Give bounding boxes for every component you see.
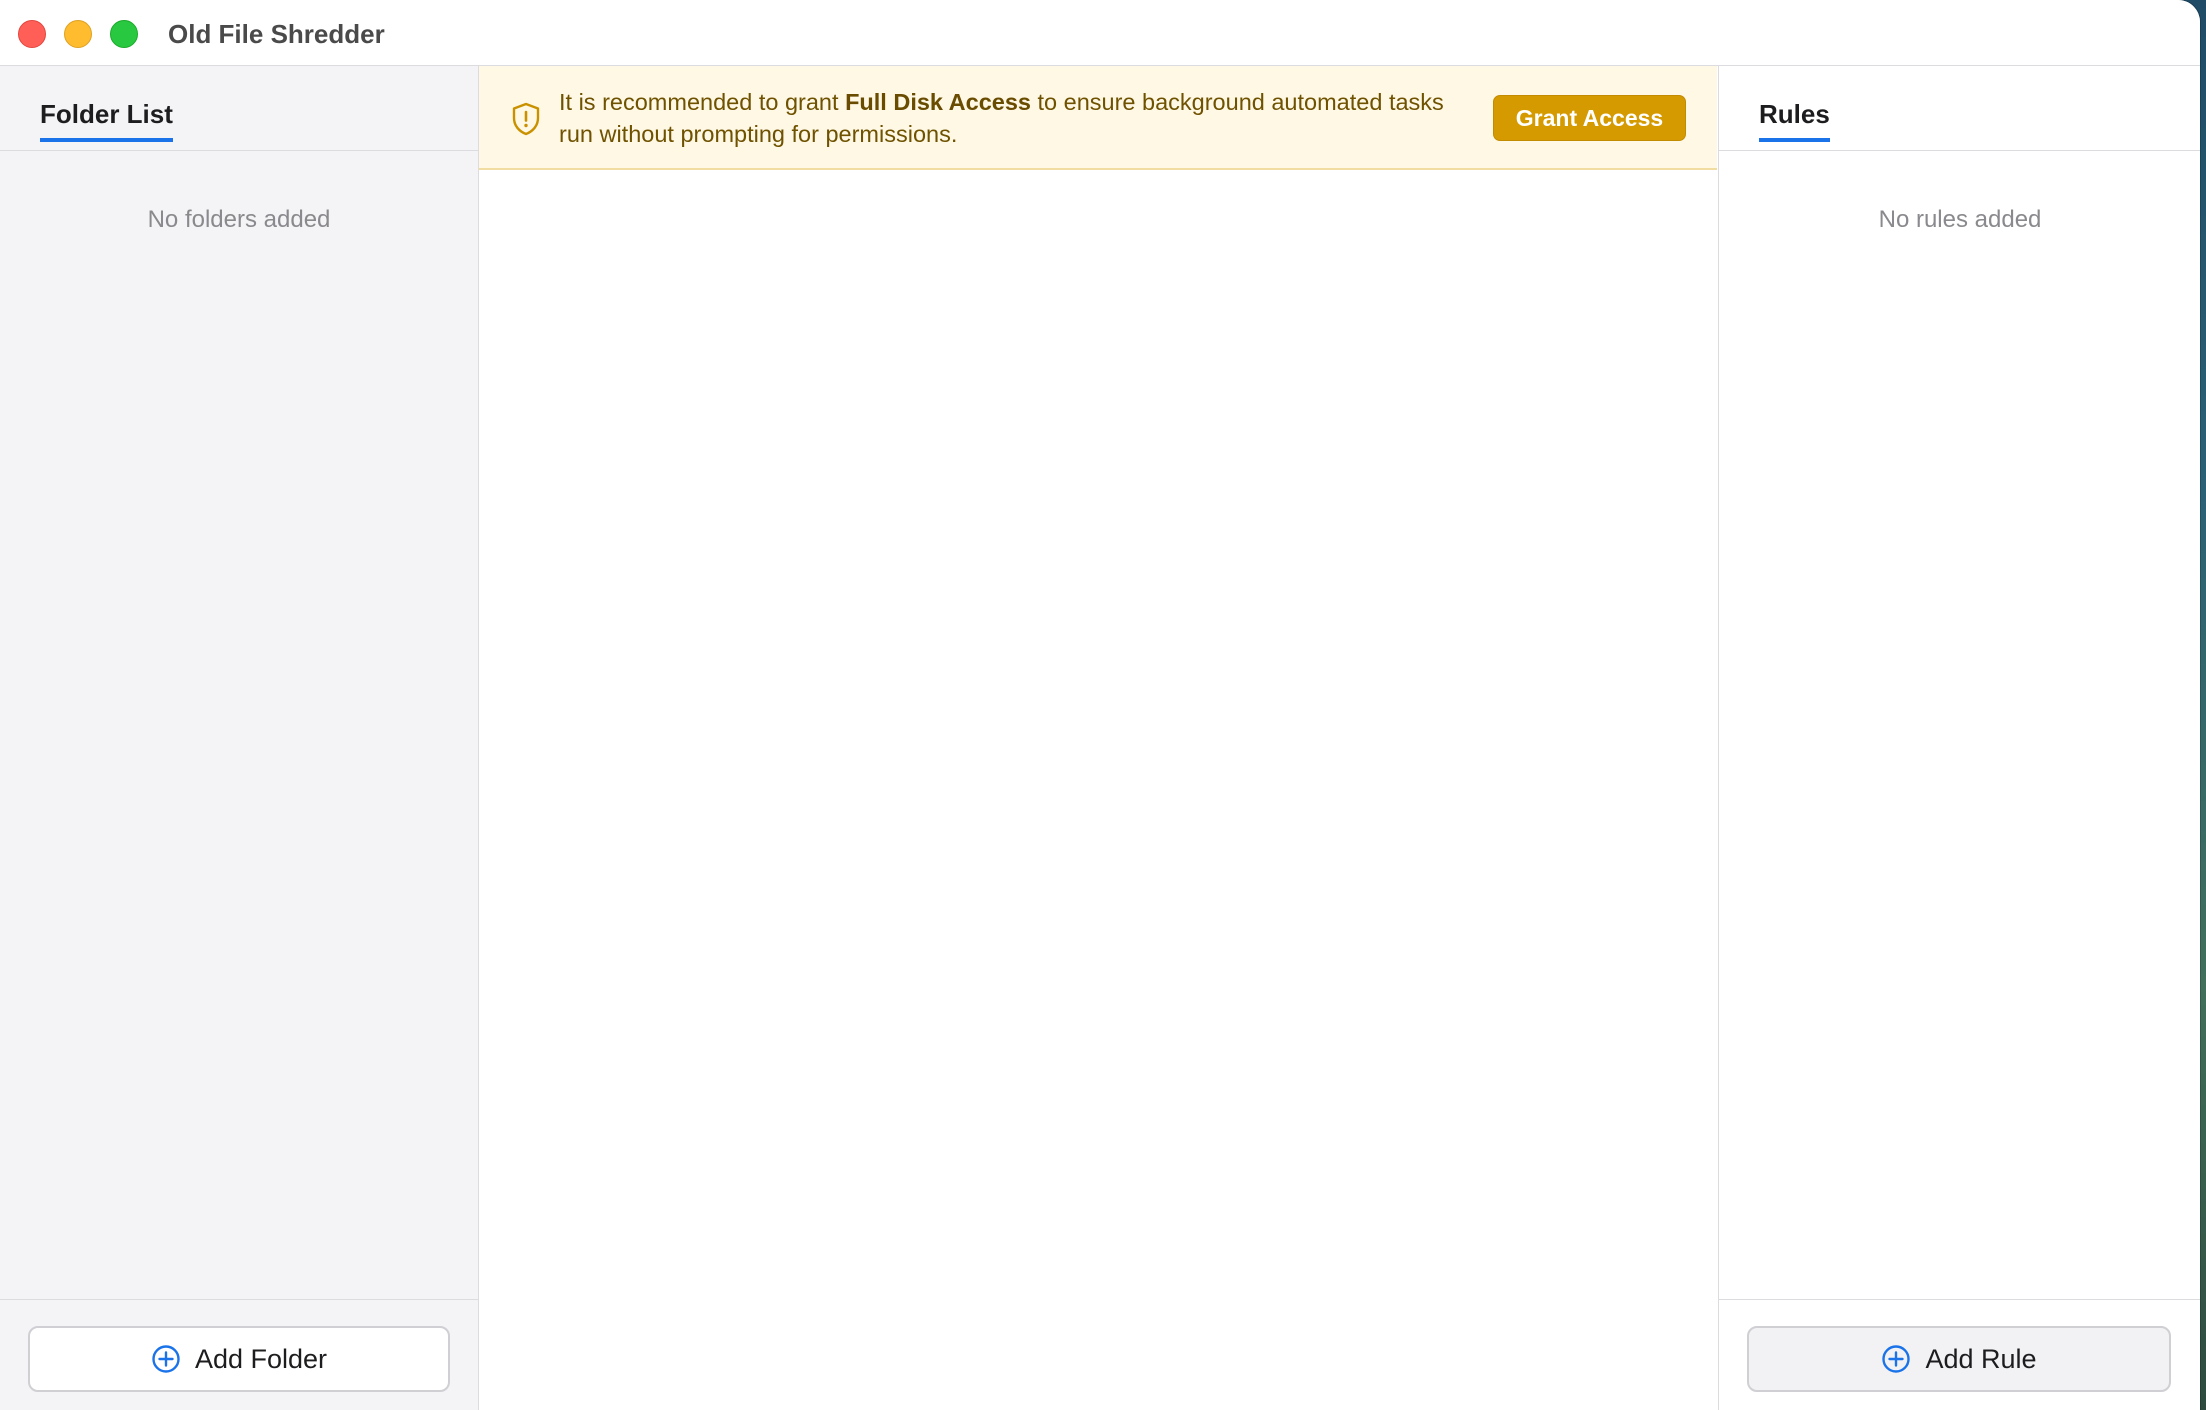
close-window-button[interactable] (18, 20, 46, 48)
add-folder-label: Add Folder (194, 1343, 328, 1374)
banner-message-highlight: Full Disk Access (845, 89, 1031, 115)
full-disk-access-banner: It is recommended to grant Full Disk Acc… (479, 66, 1717, 170)
banner-message: It is recommended to grant Full Disk Acc… (559, 86, 1479, 150)
minimize-window-button[interactable] (64, 20, 92, 48)
window-title: Old File Shredder (168, 19, 385, 49)
folders-empty-message: No folders added (147, 206, 331, 233)
folder-list-footer: Add Folder (0, 1299, 478, 1410)
main-content-area: It is recommended to grant Full Disk Acc… (479, 66, 1717, 1410)
window-titlebar: Old File Shredder (0, 0, 2200, 66)
add-rule-label: Add Rule (1925, 1343, 2037, 1374)
folder-list-header: Folder List (0, 66, 478, 151)
app-window: Old File Shredder Folder List No folders… (0, 0, 2200, 1410)
add-rule-button[interactable]: Add Rule (1747, 1326, 2171, 1392)
rules-footer: Add Rule (1719, 1299, 2200, 1410)
rules-panel: Rules No rules added Add Rule (1718, 66, 2200, 1410)
add-folder-button[interactable]: Add Folder (28, 1326, 450, 1392)
plus-circle-icon (1882, 1345, 1911, 1373)
grant-access-button[interactable]: Grant Access (1493, 95, 1686, 141)
tab-folder-list[interactable]: Folder List (40, 98, 173, 142)
rules-empty-message: No rules added (1878, 206, 2042, 233)
shield-exclamation-icon (512, 102, 540, 136)
plus-circle-icon (152, 1345, 180, 1373)
zoom-window-button[interactable] (110, 20, 138, 48)
rules-header: Rules (1719, 66, 2200, 151)
folder-list-panel: Folder List No folders added Add Folder (0, 66, 479, 1410)
banner-message-start: It is recommended to grant (559, 89, 846, 115)
tab-rules[interactable]: Rules (1759, 98, 1830, 142)
